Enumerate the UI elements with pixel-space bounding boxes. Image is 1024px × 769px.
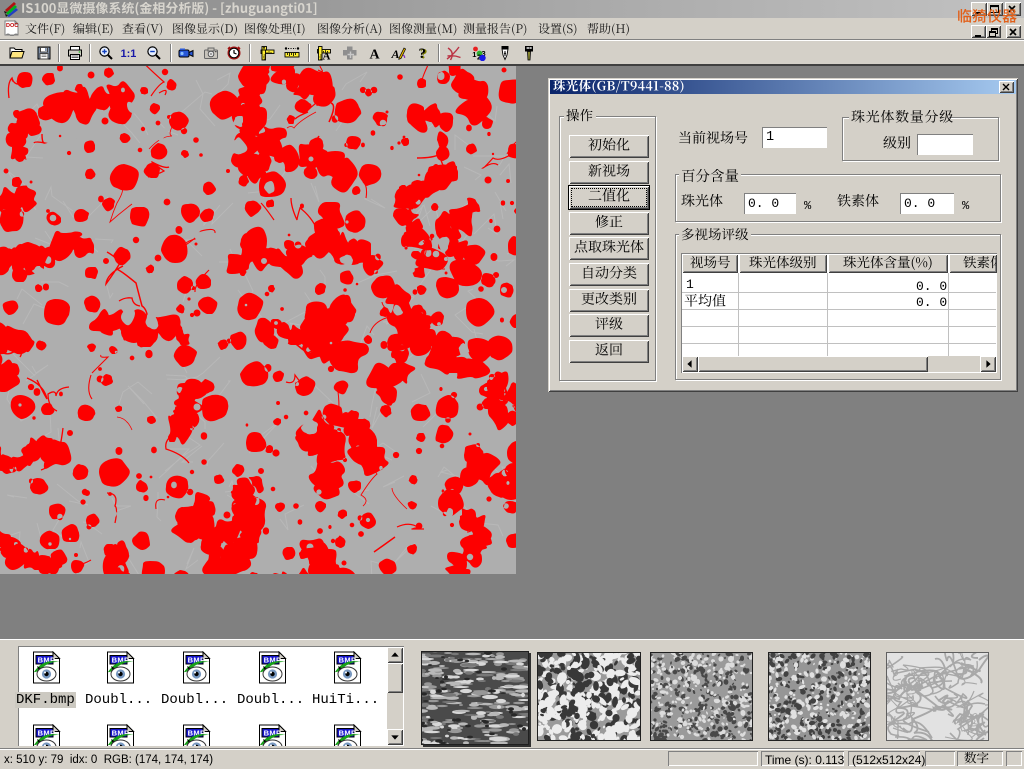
svg-text:1: 1 xyxy=(472,50,476,59)
svg-text:DOC: DOC xyxy=(6,23,18,29)
svg-text:?: ? xyxy=(419,46,427,61)
svg-text:1:1: 1:1 xyxy=(121,48,137,60)
svg-text:A: A xyxy=(370,48,381,62)
svg-text:A: A xyxy=(323,51,331,62)
svg-text:A: A xyxy=(391,47,400,61)
